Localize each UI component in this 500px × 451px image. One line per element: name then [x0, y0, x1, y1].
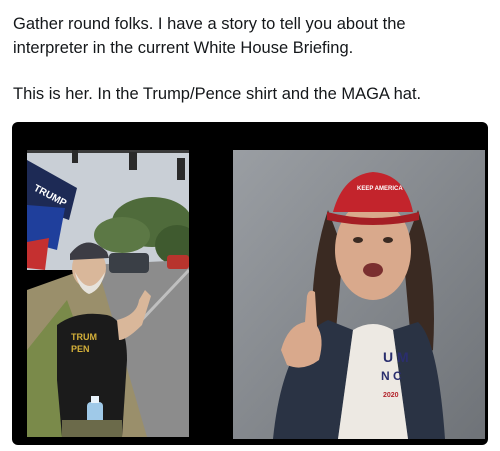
shirt-text-2: N C	[381, 369, 402, 383]
tweet-text-line-3: This is her. In the Trump/Pence shirt an…	[13, 85, 422, 103]
tweet-text-line-1: Gather round folks. I have a story to te…	[13, 15, 406, 33]
tweet-media[interactable]: TRUMP TRUM PEN KEEP AMERICA U M N C 2020	[12, 122, 488, 445]
woman-scene: KEEP AMERICA U M N C 2020	[233, 150, 485, 439]
shirt-text-2: PEN	[71, 344, 90, 354]
shirt-text-3: 2020	[383, 392, 399, 399]
rally-scene: TRUMP TRUM PEN	[27, 150, 189, 437]
shirt-text-1: TRUM	[71, 332, 97, 342]
hat-text: KEEP AMERICA	[357, 186, 403, 192]
photo-woman-maga-hat[interactable]: KEEP AMERICA U M N C 2020	[233, 150, 485, 439]
tweet-text-line-2: interpreter in the current White House B…	[13, 39, 354, 57]
shirt-text-1: U M	[383, 349, 409, 365]
tweet-text: Gather round folks. I have a story to te…	[13, 12, 493, 106]
photo-rally-man[interactable]: TRUMP TRUM PEN	[27, 150, 189, 437]
